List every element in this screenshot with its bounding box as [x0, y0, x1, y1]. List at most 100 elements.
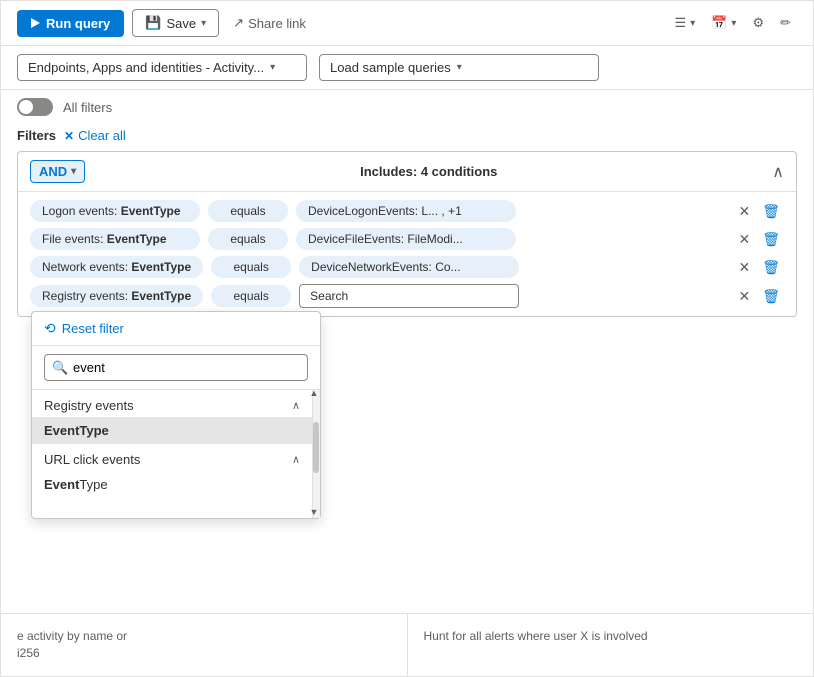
settings-button[interactable]: ⚙ — [746, 11, 770, 35]
save-button[interactable]: 💾 Save ▾ — [132, 9, 219, 37]
filter-field-network[interactable]: Network events: EventType — [30, 256, 203, 278]
scrollbar-thumb — [313, 422, 319, 473]
filter-panel-header: AND ▾ Includes: 4 conditions ∧ — [18, 152, 796, 192]
filter-delete-network[interactable]: 🗑 — [758, 257, 784, 278]
filter-equals-logon[interactable]: equals — [208, 200, 288, 222]
filter-field-logon[interactable]: Logon events: EventType — [30, 200, 200, 222]
filter-equals-network[interactable]: equals — [211, 256, 291, 278]
url-event-bold: Event — [44, 477, 79, 492]
includes-text: Includes: 4 conditions — [360, 164, 497, 179]
panel-collapse-button[interactable]: ∧ — [772, 162, 784, 182]
search-box: 🔍 — [32, 346, 320, 390]
url-collapse-icon: ∧ — [292, 453, 300, 466]
filter-dropdown-popup: ⟲ Reset filter 🔍 Registry events ∧ Event… — [31, 311, 321, 519]
url-event-type-rest: Type — [79, 477, 107, 492]
filter-clear-network[interactable]: ✕ — [734, 257, 754, 278]
filter-actions-file: ✕ 🗑 — [734, 229, 784, 250]
filter-field-file[interactable]: File events: EventType — [30, 228, 200, 250]
filters-label: Filters — [17, 128, 56, 143]
filter-equals-file[interactable]: equals — [208, 228, 288, 250]
filter-panel: AND ▾ Includes: 4 conditions ∧ Logon eve… — [17, 151, 797, 317]
save-chevron-icon: ▾ — [201, 18, 206, 29]
filter-actions-network: ✕ 🗑 — [734, 257, 784, 278]
registry-collapse-icon: ∧ — [292, 399, 300, 412]
schema-dropdown[interactable]: Endpoints, Apps and identities - Activit… — [17, 54, 307, 81]
filter-clear-logon[interactable]: ✕ — [734, 201, 754, 222]
run-query-label: Run query — [46, 16, 110, 31]
bottom-card-2[interactable]: Hunt for all alerts where user X is invo… — [408, 614, 814, 676]
registry-events-section: Registry events ∧ EventType — [32, 390, 312, 444]
filter-delete-file[interactable]: 🗑 — [758, 229, 784, 250]
reset-filter-button[interactable]: ⟲ Reset filter — [32, 312, 320, 346]
schema-chevron-icon: ▾ — [270, 62, 275, 73]
clear-all-label: Clear all — [78, 128, 126, 143]
scroll-down-button[interactable]: ▼ — [308, 507, 320, 517]
filter-delete-logon[interactable]: 🗑 — [758, 201, 784, 222]
filter-value-logon[interactable]: DeviceLogonEvents: L... , +1 — [296, 200, 516, 222]
filter-delete-registry[interactable]: 🗑 — [758, 286, 784, 307]
share-label: Share link — [248, 16, 306, 31]
filter-actions-logon: ✕ 🗑 — [734, 201, 784, 222]
filter-rows: Logon events: EventType equals DeviceLog… — [18, 192, 796, 316]
scroll-down-area: ▼ — [308, 503, 320, 518]
filter-row: Logon events: EventType equals DeviceLog… — [30, 200, 784, 222]
registry-events-header[interactable]: Registry events ∧ — [32, 390, 312, 417]
all-filters-row: All filters — [1, 90, 813, 124]
and-chevron-icon: ▾ — [71, 166, 76, 177]
and-dropdown[interactable]: AND ▾ — [30, 160, 85, 183]
and-label: AND — [39, 164, 67, 179]
all-filters-toggle[interactable] — [17, 98, 53, 116]
bottom-card-2-text: Hunt for all alerts where user X is invo… — [424, 628, 798, 645]
list-chevron-icon: ▾ — [690, 18, 695, 29]
bottom-cards: e activity by name ori256 Hunt for all a… — [1, 613, 813, 676]
share-button[interactable]: ↗ Share link — [227, 11, 312, 35]
list-icon: ☰ — [675, 15, 687, 31]
filters-header: Filters ✕ Clear all — [1, 124, 813, 151]
dropdown-list: Registry events ∧ EventType URL click ev… — [32, 390, 320, 518]
toolbar-right: ☰ ▾ 📅 ▾ ⚙ ✏ — [669, 11, 797, 35]
url-click-events-header[interactable]: URL click events ∧ — [32, 444, 312, 471]
scroll-up-button[interactable]: ▲ — [308, 390, 320, 398]
filter-row: Network events: EventType equals DeviceN… — [30, 256, 784, 278]
code-icon: ✏ — [780, 15, 791, 31]
settings-icon: ⚙ — [752, 15, 764, 31]
filter-actions-registry: ✕ 🗑 — [734, 286, 784, 307]
save-icon: 💾 — [145, 15, 161, 31]
filter-field-registry[interactable]: Registry events: EventType — [30, 285, 203, 307]
filter-value-file[interactable]: DeviceFileEvents: FileModi... — [296, 228, 516, 250]
registry-events-title: Registry events — [44, 398, 134, 413]
all-filters-label: All filters — [63, 100, 112, 115]
bottom-card-1[interactable]: e activity by name ori256 — [1, 614, 408, 676]
toolbar-left: Run query 💾 Save ▾ ↗ Share link — [17, 9, 312, 37]
registry-event-type-item[interactable]: EventType — [32, 417, 312, 444]
filter-equals-registry[interactable]: equals — [211, 285, 291, 307]
list-view-button[interactable]: ☰ ▾ — [669, 11, 702, 35]
run-query-button[interactable]: Run query — [17, 10, 124, 37]
calendar-icon: 📅 — [711, 15, 727, 31]
search-icon: 🔍 — [52, 360, 68, 376]
filter-value-network[interactable]: DeviceNetworkEvents: Co... — [299, 256, 519, 278]
play-icon — [31, 18, 40, 28]
clear-all-button[interactable]: ✕ Clear all — [64, 128, 126, 143]
includes-info: Includes: 4 conditions — [360, 164, 497, 179]
clear-all-x-icon: ✕ — [64, 129, 74, 143]
filter-row-registry: Registry events: EventType equals Search… — [30, 284, 784, 308]
scrollbar-track — [312, 390, 320, 518]
sample-queries-dropdown[interactable]: Load sample queries ▾ — [319, 54, 599, 81]
filter-row: File events: EventType equals DeviceFile… — [30, 228, 784, 250]
url-click-events-title: URL click events — [44, 452, 140, 467]
calendar-button[interactable]: 📅 ▾ — [705, 11, 742, 35]
url-event-type-item[interactable]: EventType — [32, 471, 312, 498]
calendar-chevron-icon: ▾ — [731, 18, 736, 29]
reset-filter-icon: ⟲ — [44, 320, 56, 337]
filter-clear-registry[interactable]: ✕ — [734, 286, 754, 307]
save-label: Save — [166, 16, 196, 31]
search-input[interactable] — [44, 354, 308, 381]
code-button[interactable]: ✏ — [774, 11, 797, 35]
filter-value-registry[interactable]: Search — [299, 284, 519, 308]
share-icon: ↗ — [233, 15, 244, 31]
filter-clear-file[interactable]: ✕ — [734, 229, 754, 250]
reset-filter-label: Reset filter — [62, 321, 124, 336]
event-bold: Event — [44, 423, 79, 438]
sample-queries-label: Load sample queries — [330, 60, 451, 75]
